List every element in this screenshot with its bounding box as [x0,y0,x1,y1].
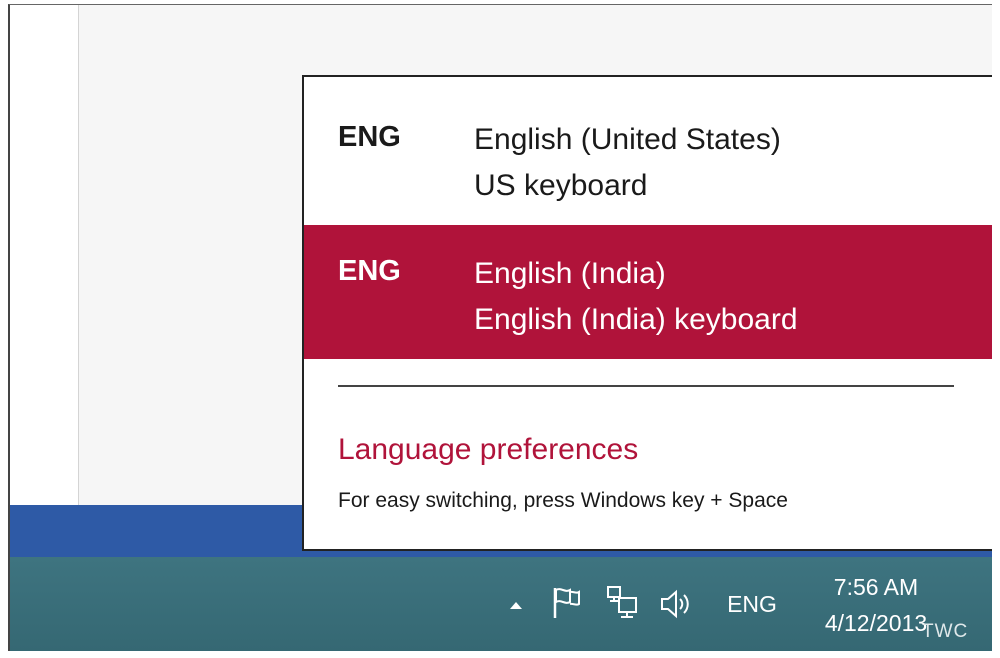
chevron-up-icon[interactable] [506,593,526,617]
clock-time: 7:56 AM [833,574,919,600]
speaker-icon[interactable] [658,587,694,621]
language-option-english-us[interactable]: ENG English (United States) US keyboard [304,91,992,225]
switching-hint: For easy switching, press Windows key + … [338,489,788,512]
taskbar: ENG 7:56 AM 4/12/2013 TWC [10,557,992,651]
language-name: English (India) [474,257,666,290]
network-icon[interactable] [604,583,640,623]
language-code: ENG [338,255,401,287]
language-details: English (India) English (India) keyboard [474,251,798,343]
divider [338,385,954,387]
flag-icon[interactable] [550,585,582,621]
language-flyout: ENG English (United States) US keyboard … [302,75,992,551]
document-page [10,5,79,505]
language-preferences-link[interactable]: Language preferences [338,433,638,467]
watermark: TWC [922,621,969,642]
language-code: ENG [338,121,401,153]
language-details: English (United States) US keyboard [474,117,781,209]
language-option-english-india[interactable]: ENG English (India) English (India) keyb… [304,225,992,359]
keyboard-name: English (India) keyboard [474,303,798,336]
language-name: English (United States) [474,123,781,156]
desktop-screen: ENG 7:56 AM 4/12/2013 TWC ENG English (U… [8,4,992,651]
keyboard-name: US keyboard [474,169,648,202]
input-indicator[interactable]: ENG [720,587,784,621]
